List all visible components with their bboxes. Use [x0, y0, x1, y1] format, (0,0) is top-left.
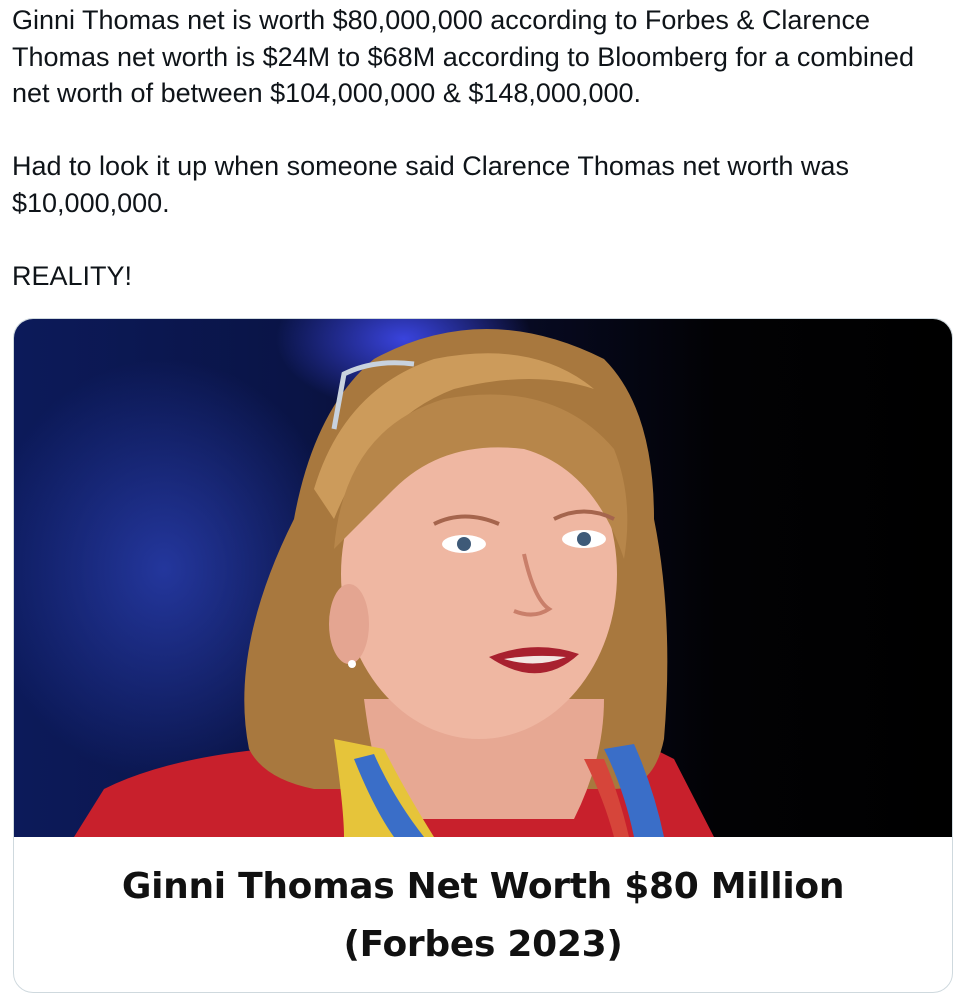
tweet-text: Ginni Thomas net is worth $80,000,000 ac… [12, 2, 946, 294]
card-title[interactable]: Ginni Thomas Net Worth $80 Million (Forb… [14, 837, 952, 992]
card-photo[interactable] [14, 319, 952, 837]
link-preview-card[interactable]: Ginni Thomas Net Worth $80 Million (Forb… [13, 318, 953, 993]
card-title-text: Ginni Thomas Net Worth $80 Million (Forb… [121, 865, 845, 965]
tweet-paragraph-2: Had to look it up when someone said Clar… [12, 151, 849, 218]
tweet-paragraph-3: REALITY! [12, 260, 133, 291]
tweet-paragraph-1: Ginni Thomas net is worth $80,000,000 ac… [12, 5, 914, 108]
earring [348, 660, 356, 668]
ear [329, 584, 369, 664]
portrait-illustration [74, 329, 714, 837]
